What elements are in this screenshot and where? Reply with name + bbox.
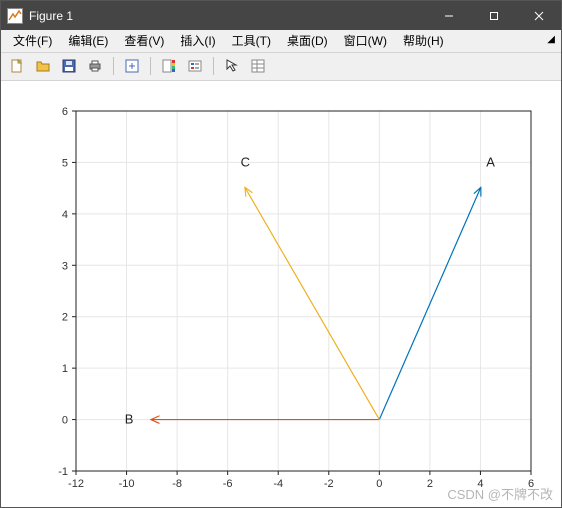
x-tick-label: -12 (68, 478, 84, 490)
figure-window: Figure 1 文件(F) 编辑(E) 查看(V) 插入(I) 工具(T) 桌… (0, 0, 562, 508)
menu-window[interactable]: 窗口(W) (336, 30, 395, 51)
link-brush-button[interactable] (120, 54, 144, 78)
window-title: Figure 1 (29, 9, 426, 23)
x-tick-label: 0 (376, 478, 382, 490)
x-tick-label: -2 (324, 478, 334, 490)
x-tick-label: 6 (528, 478, 534, 490)
x-tick-label: -4 (273, 478, 283, 490)
window-controls (426, 1, 561, 30)
y-tick-label: 3 (62, 260, 68, 272)
menu-overflow-icon[interactable]: ◢ (547, 34, 555, 45)
matlab-figure-icon (7, 8, 23, 24)
toolbar (1, 53, 561, 81)
menu-edit[interactable]: 编辑(E) (60, 30, 116, 51)
y-tick-label: 4 (62, 209, 68, 221)
toolbar-separator (150, 57, 151, 75)
y-tick-label: -1 (58, 466, 68, 478)
x-tick-label: -8 (172, 478, 182, 490)
x-tick-label: -10 (119, 478, 135, 490)
y-tick-label: 0 (62, 415, 68, 427)
menu-file[interactable]: 文件(F) (5, 30, 60, 51)
x-tick-label: 2 (427, 478, 433, 490)
y-tick-label: 6 (62, 106, 68, 118)
title-bar: Figure 1 (1, 1, 561, 30)
new-figure-button[interactable] (5, 54, 29, 78)
menu-bar: 文件(F) 编辑(E) 查看(V) 插入(I) 工具(T) 桌面(D) 窗口(W… (1, 30, 561, 52)
print-figure-button[interactable] (83, 54, 107, 78)
y-tick-label: 2 (62, 312, 68, 324)
property-inspector-button[interactable] (246, 54, 270, 78)
vector-label-c: C (241, 154, 250, 169)
menu-view[interactable]: 查看(V) (116, 30, 172, 51)
maximize-button[interactable] (471, 1, 516, 30)
menu-help[interactable]: 帮助(H) (395, 30, 452, 51)
x-tick-label: 4 (477, 478, 483, 490)
vector-c[interactable] (245, 188, 379, 419)
menu-tools[interactable]: 工具(T) (224, 30, 279, 51)
menu-desktop[interactable]: 桌面(D) (279, 30, 336, 51)
y-tick-label: 5 (62, 157, 68, 169)
open-file-button[interactable] (31, 54, 55, 78)
y-tick-label: 1 (62, 363, 68, 375)
toolbar-separator (113, 57, 114, 75)
close-button[interactable] (516, 1, 561, 30)
insert-colorbar-button[interactable] (157, 54, 181, 78)
menu-insert[interactable]: 插入(I) (172, 30, 223, 51)
minimize-button[interactable] (426, 1, 471, 30)
vector-label-b: B (125, 412, 134, 427)
axes[interactable]: -12-10-8-6-4-20246-10123456ABC (1, 81, 561, 507)
figure-canvas[interactable]: -12-10-8-6-4-20246-10123456ABC CSDN @不牌不… (1, 81, 561, 507)
save-figure-button[interactable] (57, 54, 81, 78)
vector-label-a: A (486, 154, 495, 169)
edit-plot-button[interactable] (220, 54, 244, 78)
toolbar-separator (213, 57, 214, 75)
x-tick-label: -6 (223, 478, 233, 490)
insert-legend-button[interactable] (183, 54, 207, 78)
